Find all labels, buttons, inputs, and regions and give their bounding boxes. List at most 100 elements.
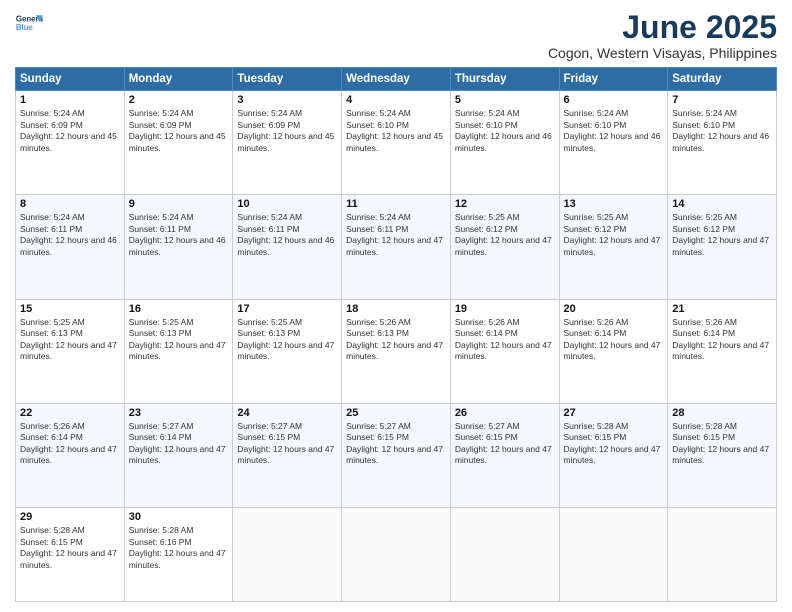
- table-row: 2Sunrise: 5:24 AMSunset: 6:09 PMDaylight…: [124, 91, 233, 195]
- day-number: 19: [455, 303, 555, 315]
- table-row: 13Sunrise: 5:25 AMSunset: 6:12 PMDayligh…: [559, 195, 668, 299]
- main-title: June 2025: [548, 10, 777, 45]
- calendar-body: 1Sunrise: 5:24 AMSunset: 6:09 PMDaylight…: [16, 91, 777, 602]
- table-row: 20 Sunrise: 5:26 AMSunset: 6:14 PMDayligh…: [559, 299, 668, 403]
- day-info: Sunrise: 5:25 AMSunset: 6:13 PMDaylight:…: [237, 317, 337, 363]
- day-info: Sunrise: 5:26 AMSunset: 6:14 PMDaylight:…: [20, 421, 120, 467]
- table-row: [233, 508, 342, 602]
- title-area: June 2025 Cogon, Western Visayas, Philip…: [548, 10, 777, 61]
- day-info: Sunrise: 5:28 AMSunset: 6:15 PMDaylight:…: [672, 421, 772, 467]
- day-info: Sunrise: 5:28 AMSunset: 6:15 PMDaylight:…: [20, 525, 120, 571]
- table-row: 19 Sunrise: 5:26 AMSunset: 6:14 PMDayligh…: [450, 299, 559, 403]
- day-number: 6: [564, 94, 664, 106]
- day-number: 22: [20, 407, 120, 419]
- day-number: 7: [672, 94, 772, 106]
- day-number: 30: [129, 511, 229, 523]
- table-row: 29 Sunrise: 5:28 AMSunset: 6:15 PMDayligh…: [16, 508, 125, 602]
- day-info: Sunrise: 5:26 AMSunset: 6:14 PMDaylight:…: [672, 317, 772, 363]
- table-row: 24 Sunrise: 5:27 AMSunset: 6:15 PMDayligh…: [233, 403, 342, 507]
- day-number: 20: [564, 303, 664, 315]
- table-row: 6 Sunrise: 5:24 AMSunset: 6:10 PMDaylight…: [559, 91, 668, 195]
- day-info: Sunrise: 5:25 AMSunset: 6:13 PMDaylight:…: [20, 317, 120, 363]
- day-info: Sunrise: 5:24 AMSunset: 6:09 PMDaylight:…: [20, 108, 120, 154]
- table-row: 30 Sunrise: 5:28 AMSunset: 6:16 PMDayligh…: [124, 508, 233, 602]
- day-number: 13: [564, 198, 664, 210]
- day-number: 26: [455, 407, 555, 419]
- day-number: 27: [564, 407, 664, 419]
- day-info: Sunrise: 5:24 AMSunset: 6:11 PMDaylight:…: [129, 212, 229, 258]
- day-info: Sunrise: 5:27 AMSunset: 6:14 PMDaylight:…: [129, 421, 229, 467]
- table-row: 16 Sunrise: 5:25 AMSunset: 6:13 PMDayligh…: [124, 299, 233, 403]
- table-row: 11 Sunrise: 5:24 AMSunset: 6:11 PMDayligh…: [342, 195, 451, 299]
- day-number: 14: [672, 198, 772, 210]
- table-row: [668, 508, 777, 602]
- day-info: Sunrise: 5:26 AMSunset: 6:14 PMDaylight:…: [455, 317, 555, 363]
- day-info: Sunrise: 5:24 AMSunset: 6:09 PMDaylight:…: [129, 108, 229, 154]
- col-saturday: Saturday: [668, 68, 777, 91]
- day-number: 8: [20, 198, 120, 210]
- day-info: Sunrise: 5:25 AMSunset: 6:13 PMDaylight:…: [129, 317, 229, 363]
- table-row: [342, 508, 451, 602]
- day-number: 23: [129, 407, 229, 419]
- day-number: 11: [346, 198, 446, 210]
- day-info: Sunrise: 5:24 AMSunset: 6:11 PMDaylight:…: [20, 212, 120, 258]
- day-number: 17: [237, 303, 337, 315]
- table-row: [559, 508, 668, 602]
- table-row: 18 Sunrise: 5:26 AMSunset: 6:13 PMDayligh…: [342, 299, 451, 403]
- day-info: Sunrise: 5:25 AMSunset: 6:12 PMDaylight:…: [455, 212, 555, 258]
- day-info: Sunrise: 5:26 AMSunset: 6:13 PMDaylight:…: [346, 317, 446, 363]
- day-number: 4: [346, 94, 446, 106]
- col-thursday: Thursday: [450, 68, 559, 91]
- table-row: 14 Sunrise: 5:25 AMSunset: 6:12 PMDayligh…: [668, 195, 777, 299]
- day-info: Sunrise: 5:27 AMSunset: 6:15 PMDaylight:…: [346, 421, 446, 467]
- page: General Blue June 2025 Cogon, Western Vi…: [0, 0, 792, 612]
- table-row: 21 Sunrise: 5:26 AMSunset: 6:14 PMDayligh…: [668, 299, 777, 403]
- col-sunday: Sunday: [16, 68, 125, 91]
- day-info: Sunrise: 5:24 AMSunset: 6:10 PMDaylight:…: [564, 108, 664, 154]
- table-row: 8 Sunrise: 5:24 AMSunset: 6:11 PMDaylight…: [16, 195, 125, 299]
- day-info: Sunrise: 5:26 AMSunset: 6:14 PMDaylight:…: [564, 317, 664, 363]
- table-row: 5Sunrise: 5:24 AMSunset: 6:10 PMDaylight…: [450, 91, 559, 195]
- table-row: 9 Sunrise: 5:24 AMSunset: 6:11 PMDaylight…: [124, 195, 233, 299]
- calendar-week-row: 1Sunrise: 5:24 AMSunset: 6:09 PMDaylight…: [16, 91, 777, 195]
- col-monday: Monday: [124, 68, 233, 91]
- table-row: 7 Sunrise: 5:24 AMSunset: 6:10 PMDaylight…: [668, 91, 777, 195]
- day-number: 28: [672, 407, 772, 419]
- day-info: Sunrise: 5:24 AMSunset: 6:09 PMDaylight:…: [237, 108, 337, 154]
- day-info: Sunrise: 5:28 AMSunset: 6:16 PMDaylight:…: [129, 525, 229, 571]
- day-number: 3: [237, 94, 337, 106]
- day-number: 18: [346, 303, 446, 315]
- day-number: 21: [672, 303, 772, 315]
- day-number: 29: [20, 511, 120, 523]
- day-number: 10: [237, 198, 337, 210]
- header-row: Sunday Monday Tuesday Wednesday Thursday…: [16, 68, 777, 91]
- day-info: Sunrise: 5:24 AMSunset: 6:11 PMDaylight:…: [237, 212, 337, 258]
- day-number: 25: [346, 407, 446, 419]
- svg-text:Blue: Blue: [16, 23, 34, 32]
- col-friday: Friday: [559, 68, 668, 91]
- day-info: Sunrise: 5:24 AMSunset: 6:10 PMDaylight:…: [346, 108, 446, 154]
- logo-icon: General Blue: [15, 10, 43, 38]
- col-wednesday: Wednesday: [342, 68, 451, 91]
- day-info: Sunrise: 5:24 AMSunset: 6:11 PMDaylight:…: [346, 212, 446, 258]
- subtitle: Cogon, Western Visayas, Philippines: [548, 45, 777, 61]
- day-number: 24: [237, 407, 337, 419]
- day-info: Sunrise: 5:25 AMSunset: 6:12 PMDaylight:…: [672, 212, 772, 258]
- calendar-table: Sunday Monday Tuesday Wednesday Thursday…: [15, 67, 777, 602]
- day-info: Sunrise: 5:24 AMSunset: 6:10 PMDaylight:…: [455, 108, 555, 154]
- day-number: 12: [455, 198, 555, 210]
- day-number: 9: [129, 198, 229, 210]
- table-row: 1Sunrise: 5:24 AMSunset: 6:09 PMDaylight…: [16, 91, 125, 195]
- table-row: 22 Sunrise: 5:26 AMSunset: 6:14 PMDayligh…: [16, 403, 125, 507]
- table-row: 12 Sunrise: 5:25 AMSunset: 6:12 PMDayligh…: [450, 195, 559, 299]
- day-info: Sunrise: 5:24 AMSunset: 6:10 PMDaylight:…: [672, 108, 772, 154]
- table-row: 17 Sunrise: 5:25 AMSunset: 6:13 PMDayligh…: [233, 299, 342, 403]
- table-row: 10 Sunrise: 5:24 AMSunset: 6:11 PMDayligh…: [233, 195, 342, 299]
- day-info: Sunrise: 5:27 AMSunset: 6:15 PMDaylight:…: [237, 421, 337, 467]
- table-row: [450, 508, 559, 602]
- calendar-week-row: 29 Sunrise: 5:28 AMSunset: 6:15 PMDayligh…: [16, 508, 777, 602]
- day-number: 16: [129, 303, 229, 315]
- calendar-header: Sunday Monday Tuesday Wednesday Thursday…: [16, 68, 777, 91]
- table-row: 3 Sunrise: 5:24 AMSunset: 6:09 PMDaylight…: [233, 91, 342, 195]
- calendar-week-row: 8 Sunrise: 5:24 AMSunset: 6:11 PMDaylight…: [16, 195, 777, 299]
